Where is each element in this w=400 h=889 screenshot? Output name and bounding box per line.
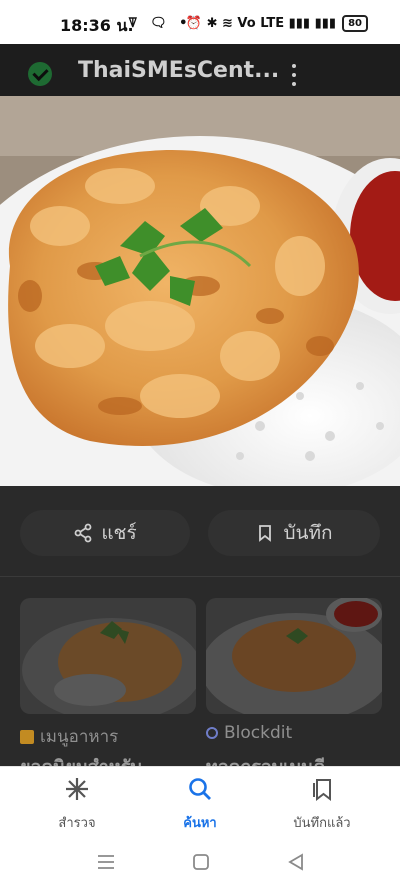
battery-icon: 80 [342, 15, 368, 32]
share-icon [74, 523, 92, 543]
nav-explore[interactable]: สำรวจ [27, 776, 127, 833]
nav-search[interactable]: ค้นหา [150, 776, 250, 833]
verified-check-icon [28, 62, 52, 86]
save-button[interactable]: บันทึก [208, 510, 380, 556]
divider [0, 576, 400, 577]
related-source-label: เมนูอาหาร [40, 727, 119, 747]
bookmark-icon [259, 525, 272, 542]
asterisk-explore-icon [66, 778, 88, 800]
related-image-2[interactable] [206, 598, 382, 714]
related-image-1[interactable] [20, 598, 196, 714]
nav-explore-label: สำรวจ [58, 816, 96, 831]
status-bar: 18:36 น. ꘜ 🗨 • ⏰ ✱ ≋ Vo LTE ▮▮▮ ▮▮▮ 80 [0, 0, 400, 44]
nav-saved-label: บันทึกแล้ว [293, 816, 351, 831]
related-caption-2[interactable]: ทอดกรอบเมนูดี [206, 752, 382, 766]
fried-omelette-rice-photo [0, 96, 400, 486]
share-label: แชร์ [101, 522, 137, 544]
source-logo-icon [206, 727, 218, 739]
related-source-2[interactable]: Blockdit [206, 723, 292, 743]
status-time: 18:36 น. [60, 16, 134, 35]
related-caption-1[interactable]: ยอดนิยมสำหรับ [20, 752, 196, 766]
home-icon[interactable] [189, 852, 213, 872]
main-image[interactable] [0, 96, 400, 486]
system-status-icons: ⏰ ✱ ≋ Vo LTE ▮▮▮ ▮▮▮ 80 [186, 15, 368, 32]
share-button[interactable]: แชร์ [20, 510, 190, 556]
search-icon [189, 778, 211, 800]
back-icon[interactable] [284, 852, 308, 872]
more-options-button[interactable] [284, 60, 304, 90]
related-source-1[interactable]: เมนูอาหาร [20, 723, 118, 750]
notification-icons: ꘜ 🗨 • [128, 16, 192, 31]
saved-collections-icon [313, 779, 331, 802]
signal-icons: ⏰ ✱ ≋ Vo LTE ▮▮▮ ▮▮▮ [185, 16, 337, 31]
nav-saved[interactable]: บันทึกแล้ว [272, 776, 372, 833]
save-label: บันทึก [283, 522, 333, 544]
thumbnail-photo [20, 598, 196, 714]
thumbnail-photo [206, 598, 382, 714]
related-source-label: Blockdit [224, 723, 293, 743]
source-logo-icon [20, 729, 34, 744]
site-title: ThaiSMEsCent... [78, 58, 280, 83]
nav-search-label: ค้นหา [183, 816, 217, 831]
recent-apps-icon[interactable] [94, 852, 118, 872]
